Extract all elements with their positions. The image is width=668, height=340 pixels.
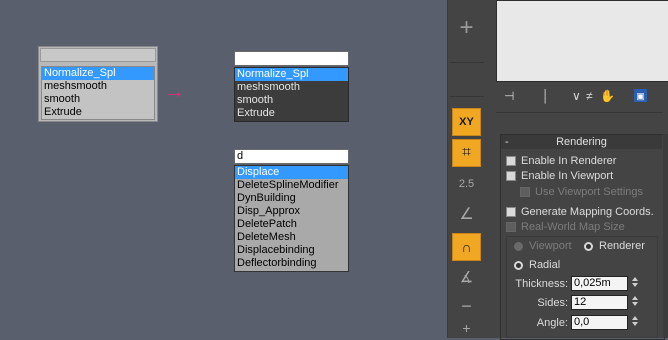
list-item-selected[interactable]: Normalize_Spl — [42, 67, 154, 80]
remove-modifier-icon[interactable]: ≠ — [586, 89, 593, 103]
snap-toolbar: + XY ⌗ 2.5 ∠ ∩ ∡ − + — [447, 0, 487, 338]
enable-in-viewport-label: Enable In Viewport — [521, 170, 614, 182]
thickness-field[interactable]: 0,025m — [571, 276, 628, 291]
sides-label: Sides: — [537, 297, 568, 309]
list-item[interactable]: smooth — [42, 93, 154, 106]
list-item[interactable]: meshsmooth — [42, 80, 154, 93]
pin-icon[interactable]: ⌗ — [452, 139, 481, 167]
modifier-stack-toolbar: ⊣ │ ∨ ≠ ✋ ▣ — [496, 86, 668, 108]
autocomplete-list: Normalize_Spl meshsmooth smooth Extrude — [234, 67, 349, 122]
toolbar-divider — [450, 62, 484, 63]
list-item[interactable]: Disp_Approx — [235, 205, 348, 218]
thickness-spinner[interactable] — [631, 276, 638, 291]
enable-in-renderer-label: Enable In Renderer — [521, 155, 617, 167]
radial-radio[interactable] — [514, 261, 523, 270]
autocomplete-input[interactable] — [234, 51, 349, 66]
plus-icon[interactable]: + — [452, 14, 481, 42]
thickness-label: Thickness: — [515, 278, 568, 290]
list-item[interactable]: DeleteSplineModifier — [235, 179, 348, 192]
renderer-radio-label: Renderer — [599, 240, 645, 252]
viewport-radio-label: Viewport — [529, 240, 572, 252]
configure-modifier-sets-icon[interactable]: ▣ — [634, 89, 647, 102]
generate-mapping-coords-checkbox[interactable] — [506, 207, 516, 217]
angle-spinner[interactable] — [631, 315, 638, 330]
make-unique-icon[interactable]: ∨ — [572, 89, 581, 103]
enable-in-renderer-checkbox[interactable] — [506, 156, 516, 166]
show-end-result-icon[interactable]: │ — [542, 89, 550, 103]
list-item[interactable]: Displacebinding — [235, 244, 348, 257]
list-item[interactable]: meshsmooth — [235, 81, 348, 94]
xy-lock-icon[interactable]: XY — [452, 108, 481, 136]
autocomplete-list: Displace DeleteSplineModifier DynBuildin… — [234, 165, 349, 272]
list-item[interactable]: Extrude — [42, 106, 154, 119]
generate-mapping-coords-label: Generate Mapping Coords. — [521, 206, 654, 218]
pin-stack-icon[interactable]: ⊣ — [504, 89, 514, 103]
use-viewport-settings-checkbox[interactable] — [520, 187, 530, 197]
arrow-icon: → — [163, 78, 185, 103]
autocomplete-input[interactable]: d — [234, 149, 349, 164]
real-world-map-size-checkbox[interactable] — [506, 222, 516, 232]
panel-scrollbar[interactable] — [663, 134, 668, 338]
hand-icon[interactable]: ✋ — [600, 89, 615, 103]
snap-2-5-icon[interactable]: 2.5 — [452, 170, 481, 198]
list-item-selected[interactable]: Normalize_Spl — [235, 68, 348, 81]
use-viewport-settings-label: Use Viewport Settings — [535, 186, 644, 198]
list-item[interactable]: Extrude — [235, 107, 348, 120]
panel-divider — [496, 112, 663, 113]
edit-named-selection-icon[interactable]: − — [452, 292, 481, 320]
rollout-header[interactable]: - Rendering — [501, 135, 662, 149]
list-item[interactable]: DeleteMesh — [235, 231, 348, 244]
sides-spinner[interactable] — [631, 295, 638, 310]
list-item[interactable]: Deflectorbinding — [235, 257, 348, 270]
angle-label: Angle: — [536, 317, 568, 329]
list-item[interactable]: DynBuilding — [235, 192, 348, 205]
small-plus-icon[interactable]: + — [452, 318, 481, 338]
angle-snap-icon[interactable]: ∠ — [452, 200, 481, 228]
sides-field[interactable]: 12 — [571, 295, 628, 310]
percent-snap-icon[interactable]: ∩ — [452, 233, 481, 261]
autocomplete-popup-inactive: Normalize_Spl meshsmooth smooth Extrude — [38, 46, 158, 122]
toolbar-divider — [450, 96, 484, 97]
autocomplete-list: Normalize_Spl meshsmooth smooth Extrude — [41, 66, 155, 120]
radial-radio-label: Radial — [529, 259, 561, 271]
real-world-map-size-label: Real-World Map Size — [521, 221, 625, 233]
rollout-title: Rendering — [556, 136, 607, 148]
renderer-radio[interactable] — [584, 242, 593, 251]
list-item-selected[interactable]: Displace — [235, 166, 348, 179]
autocomplete-input[interactable] — [40, 48, 156, 62]
viewport-preview — [496, 0, 668, 82]
list-item[interactable]: DeletePatch — [235, 218, 348, 231]
list-item[interactable]: smooth — [235, 94, 348, 107]
angle-field[interactable]: 0,0 — [571, 315, 628, 330]
enable-in-viewport-checkbox[interactable] — [506, 171, 516, 181]
viewport-radio[interactable] — [514, 242, 523, 251]
spinner-snap-icon[interactable]: ∡ — [452, 263, 481, 291]
